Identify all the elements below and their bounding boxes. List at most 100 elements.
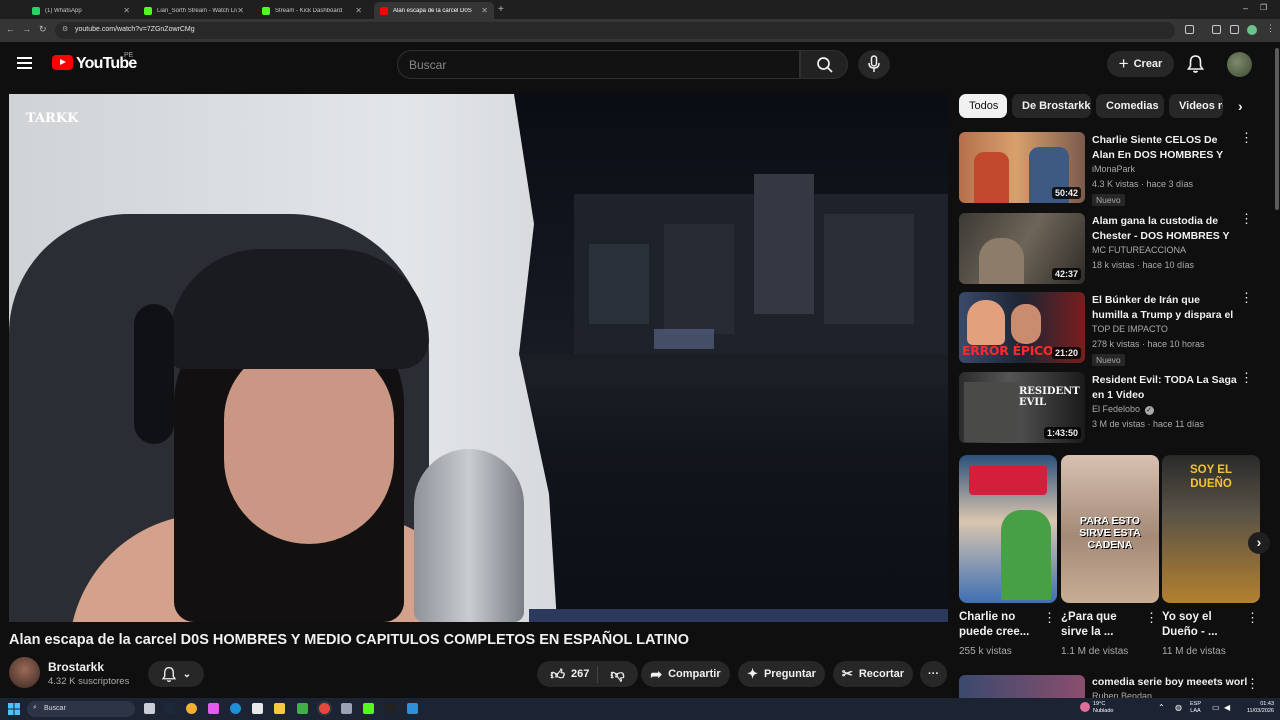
steam-icon[interactable] (164, 703, 175, 714)
youtube-logo-icon[interactable] (52, 55, 73, 70)
minimize-icon[interactable]: – (1243, 3, 1248, 13)
file-explorer-icon[interactable] (274, 703, 285, 714)
tab-youtube-active[interactable]: Alan escapa de la carcel D0S ✕ (374, 2, 494, 19)
app-icon[interactable] (186, 703, 197, 714)
profile-icon[interactable] (1247, 25, 1257, 35)
recommendation-title[interactable]: El Búnker de Irán que humilla a Trump y … (1092, 293, 1237, 323)
notifications-bell-icon[interactable] (1187, 54, 1204, 74)
short-thumbnail[interactable]: SOY EL DUEÑO (1162, 455, 1260, 603)
more-vertical-icon[interactable]: ⋮ (1240, 291, 1253, 304)
bookmarks-icon[interactable] (1230, 25, 1239, 34)
forward-icon[interactable]: → (22, 24, 31, 34)
network-icon[interactable]: ▭ (1212, 703, 1220, 712)
recommendation-item[interactable]: 42:37 Alam gana la custodia de Chester -… (959, 212, 1259, 285)
clip-button[interactable]: ✂ Recortar (833, 661, 913, 687)
chrome-icon[interactable] (319, 703, 330, 714)
recommendation-thumbnail[interactable]: 50:42 (959, 132, 1085, 203)
reload-icon[interactable]: ↻ (39, 24, 47, 35)
ask-button[interactable]: ✦ Preguntar (738, 661, 825, 687)
tab-kick-stream[interactable]: Lian_Sorth Stream - Watch Live ✕ (138, 2, 250, 19)
short-thumbnail[interactable] (959, 455, 1057, 603)
video-player[interactable]: TARKK (9, 94, 948, 622)
recommendation-channel[interactable]: MC FUTUREACCIONA (1092, 245, 1186, 255)
close-icon[interactable]: ✕ (355, 6, 362, 15)
volume-icon[interactable]: ◀ (1224, 703, 1230, 712)
windows-start-icon[interactable] (8, 703, 20, 715)
share-button[interactable]: ➦ Compartir (641, 661, 730, 687)
more-vertical-icon[interactable]: ⋮ (1043, 611, 1056, 624)
tray-chevron-icon[interactable]: ⌃ (1158, 703, 1165, 712)
search-button[interactable] (800, 50, 848, 79)
clock[interactable]: 01:43 11/03/2026 (1240, 701, 1274, 715)
chip-de-brostarkk[interactable]: De Brostarkk (1012, 94, 1091, 118)
tray-app-icon[interactable]: ◍ (1175, 703, 1182, 712)
back-icon[interactable]: ← (6, 24, 15, 34)
downloads-icon[interactable] (1212, 25, 1221, 34)
search-input[interactable]: Buscar (397, 50, 800, 79)
chip-todos[interactable]: Todos (959, 94, 1007, 118)
recommendation-item[interactable]: RESIDENT EVIL 1:43:50 Resident Evil: TOD… (959, 371, 1259, 444)
site-info-icon[interactable]: ⚙ (62, 25, 68, 33)
recommendation-channel[interactable]: El Fedelobo ✓ (1092, 404, 1154, 415)
task-view-icon[interactable] (144, 703, 155, 714)
app-icon[interactable] (208, 703, 219, 714)
weather-icon[interactable] (1080, 702, 1090, 712)
short-title[interactable]: Charlie no puede cree... (959, 610, 1039, 640)
new-tab-icon[interactable]: + (498, 4, 504, 15)
extensions-icon[interactable] (1185, 25, 1194, 34)
store-icon[interactable] (252, 703, 263, 714)
obs-icon[interactable] (385, 703, 396, 714)
close-icon[interactable]: ✕ (237, 6, 244, 15)
channel-name[interactable]: Brostarkk (48, 660, 104, 674)
more-vertical-icon[interactable]: ⋮ (1240, 212, 1253, 225)
recommendation-thumbnail[interactable] (959, 675, 1085, 698)
recommendation-thumbnail[interactable]: 42:37 (959, 213, 1085, 284)
chips-next-chevron-icon[interactable]: › (1238, 98, 1243, 114)
recommendation-thumbnail[interactable]: ERROR ÉPICO 21:20 (959, 292, 1085, 363)
recommendation-channel[interactable]: iMonaPark (1092, 164, 1135, 174)
like-button[interactable]: 👍︎ 267 (550, 665, 599, 683)
more-vertical-icon[interactable]: ⋮ (1240, 371, 1253, 384)
more-vertical-icon[interactable]: ⋮ (1145, 611, 1158, 624)
page-scrollbar-thumb[interactable] (1275, 48, 1279, 210)
maximize-icon[interactable]: ❐ (1260, 3, 1267, 12)
subscribed-notification-button[interactable]: ⌄ (148, 661, 204, 687)
app-icon[interactable] (363, 703, 374, 714)
short-title[interactable]: ¿Para que sirve la ... (1061, 610, 1141, 640)
more-actions-button[interactable]: ··· (920, 661, 947, 687)
taskbar-search[interactable]: ⌕ Buscar (27, 701, 135, 717)
tab-whatsapp[interactable]: (1) WhatsApp ✕ (26, 2, 136, 19)
recommendation-title[interactable]: comedia serie boy meeets worl (1092, 676, 1247, 688)
close-icon[interactable]: ✕ (123, 6, 130, 15)
recommendation-item[interactable]: ERROR ÉPICO 21:20 El Búnker de Irán que … (959, 291, 1259, 366)
app-icon[interactable] (407, 703, 418, 714)
app-icon[interactable] (341, 703, 352, 714)
tab-kick-dashboard[interactable]: Stream - Kick Dashboard ✕ (256, 2, 368, 19)
recommendation-title[interactable]: Alam gana la custodia de Chester - DOS H… (1092, 214, 1237, 244)
channel-avatar[interactable] (9, 657, 40, 688)
recommendation-item[interactable]: 50:42 Charlie Siente CELOS De Alan En DO… (959, 131, 1259, 206)
recommendation-channel[interactable]: Ruben Bendan (1092, 691, 1152, 698)
short-title[interactable]: Yo soy el Dueño - ... (1162, 610, 1242, 640)
recommendation-thumbnail[interactable]: RESIDENT EVIL 1:43:50 (959, 372, 1085, 443)
create-button[interactable]: + Crear (1107, 51, 1174, 77)
weather-widget[interactable]: 19°C Nublado (1093, 701, 1114, 715)
recommendation-title[interactable]: Resident Evil: TODA La Saga en 1 Video (1092, 373, 1237, 403)
more-vertical-icon[interactable]: ⋮ (1240, 131, 1253, 144)
edge-icon[interactable] (230, 703, 241, 714)
more-vertical-icon[interactable]: ⋮ (1246, 677, 1259, 690)
chip-videos-relacionados[interactable]: Videos relacionados (1169, 94, 1223, 118)
recommendation-title[interactable]: Charlie Siente CELOS De Alan En DOS HOMB… (1092, 133, 1237, 163)
short-thumbnail[interactable]: PARA ESTO SIRVE ESTA CADENA (1061, 455, 1159, 603)
dislike-button[interactable]: 👎︎ (604, 666, 624, 683)
language-indicator[interactable]: ESP LAA (1190, 701, 1201, 715)
app-icon[interactable] (297, 703, 308, 714)
url-field[interactable]: ⚙ youtube.com/watch?v=7ZGnZowrCMg (55, 22, 1175, 39)
recommendation-channel[interactable]: TOP DE IMPACTO (1092, 324, 1168, 334)
shorts-next-chevron-icon[interactable]: › (1248, 532, 1270, 554)
close-icon[interactable]: ✕ (481, 6, 488, 15)
voice-search-button[interactable] (858, 50, 890, 79)
hamburger-menu-icon[interactable] (17, 57, 32, 69)
chip-comedias[interactable]: Comedias (1096, 94, 1164, 118)
account-avatar[interactable] (1227, 52, 1252, 77)
